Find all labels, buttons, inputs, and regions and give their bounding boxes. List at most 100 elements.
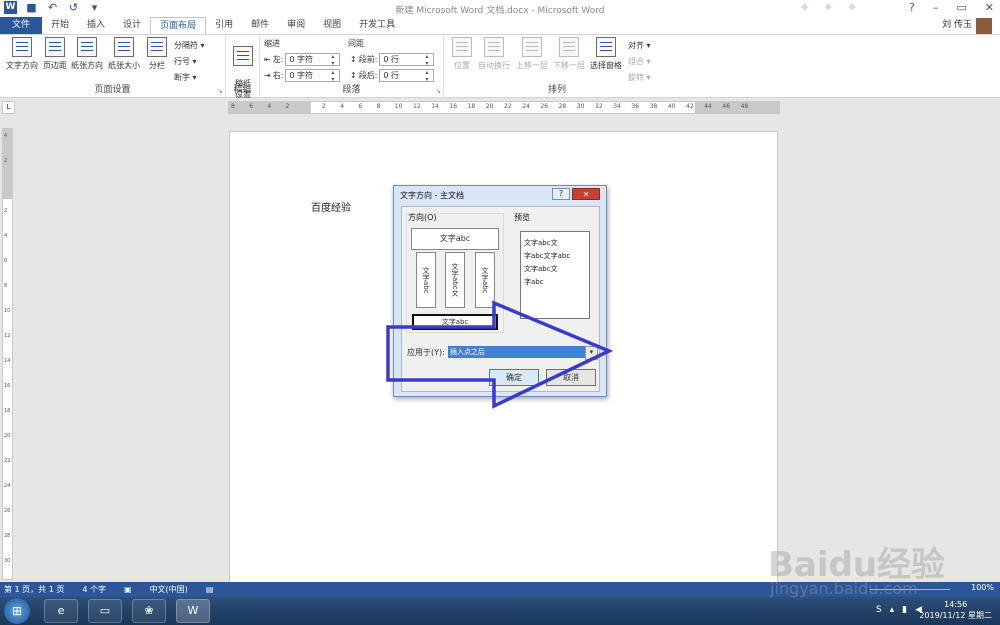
explorer-icon[interactable]: ▭ (88, 599, 122, 623)
word-taskbar-icon[interactable]: W (176, 599, 210, 623)
send-backward-button[interactable]: 下移一层 (551, 37, 587, 71)
ruler-tick: 20 (485, 103, 494, 110)
option-rotated-selected[interactable]: 文字abc (412, 314, 498, 330)
help-icon[interactable]: ? (909, 1, 915, 14)
line-numbers-label: 行号 ▾ (174, 57, 197, 66)
selection-pane-button[interactable]: 选择窗格 (588, 37, 624, 71)
spacing-title: 间距 (348, 39, 364, 48)
tab-page-layout[interactable]: 页面布局 (150, 17, 207, 34)
ie-icon[interactable]: e (44, 599, 78, 623)
zoom-slider[interactable] (870, 589, 950, 590)
restore-icon[interactable]: ▭ (956, 1, 966, 14)
wrap-text-button[interactable]: 自动换行 (476, 37, 512, 71)
group-arrange: 位置 自动换行 上移一层 下移一层 选择窗格 对齐 ▾ 组合 ▾ 旋转 ▾ 排列 (444, 35, 670, 97)
columns-label: 分栏 (149, 61, 165, 70)
spacing-after-field[interactable]: 0 行 (379, 69, 435, 83)
ruler-tick: 42 (686, 103, 694, 110)
line-numbers-button[interactable]: 行号 ▾ (174, 56, 197, 67)
page-count[interactable]: 第 1 页，共 1 页 (4, 584, 64, 595)
dialog-help-button[interactable]: ? (552, 188, 570, 200)
ruler-tick: 32 (595, 103, 603, 110)
macro-icon[interactable]: ▤ (206, 585, 214, 594)
spacing-after-icon: ↕ (350, 71, 357, 80)
page-setup-group-label: 页面设置 (94, 85, 131, 95)
spacing-after-row: ↕ 段后: 0 行 (350, 69, 435, 83)
word-count[interactable]: 4 个字 (82, 584, 106, 595)
tab-selector[interactable]: L (2, 101, 15, 114)
indent-left-icon: ⇤ (264, 55, 271, 64)
text-direction-button[interactable]: 文字方向 (4, 37, 40, 71)
tab-view[interactable]: 视图 (314, 17, 350, 34)
start-button[interactable]: ⊞ (4, 598, 30, 624)
vruler-tick: 12 (4, 333, 11, 339)
option-horizontal[interactable]: 文字abc (411, 228, 499, 250)
ruler-tick: 8 (376, 103, 381, 110)
user-account[interactable]: 刘 传玉 (942, 17, 992, 34)
page-setup-launcher-icon[interactable]: ↘ (217, 87, 223, 95)
tab-developer[interactable]: 开发工具 (350, 17, 404, 34)
ruler-tick: 4 (340, 103, 345, 110)
dialog-body: 方向(O) 预览 文字abc 文字abc 文字abc文 文字abc 文字abc … (401, 206, 600, 392)
user-name: 刘 传玉 (942, 20, 972, 30)
dialog-close-button[interactable]: ✕ (572, 188, 600, 200)
ribbon-tabs: 文件 开始 插入 设计 页面布局 引用 邮件 审阅 视图 开发工具 刘 传玉 (0, 17, 1000, 34)
tab-insert[interactable]: 插入 (78, 17, 114, 34)
ok-button[interactable]: 确定 (489, 369, 539, 386)
tab-home[interactable]: 开始 (42, 17, 78, 34)
tray-arrow-icon[interactable]: ▴ (890, 605, 895, 615)
minimize-icon[interactable]: – (933, 1, 939, 14)
ruler-tick: 6 (249, 103, 254, 110)
ruler-tick: 16 (449, 103, 458, 110)
indent-right-row: ⇥ 右: 0 字符 (264, 69, 341, 83)
preview-line: 文字abc文 (524, 239, 558, 247)
text-direction-dialog: 文字方向 - 主文档 ? ✕ 方向(O) 预览 文字abc 文字abc 文字ab… (393, 185, 607, 397)
horizontal-ruler[interactable]: 8 6 4 2 2 4 6 8 10 12 14 16 18 20 22 24 26 28 30 32 34 36 38 40… (228, 101, 780, 114)
spacing-before-row: ↕ 段前: 0 行 (350, 53, 435, 67)
breaks-button[interactable]: 分隔符 ▾ (174, 40, 205, 51)
indent-left-field[interactable]: 0 字符 (285, 53, 341, 67)
zoom-level[interactable]: 100% (971, 583, 994, 592)
spacing-before-field[interactable]: 0 行 (379, 53, 435, 67)
tab-references[interactable]: 引用 (206, 17, 242, 34)
ruler-tick: 4 (267, 103, 272, 110)
ruler-tick: 24 (522, 103, 530, 110)
orientation-button[interactable]: 纸张方向 (70, 37, 104, 71)
indent-right-field[interactable]: 0 字符 (285, 69, 341, 83)
option-vertical-2[interactable]: 文字abc文 (445, 252, 465, 308)
bring-forward-icon (522, 37, 542, 57)
wrap-text-icon (484, 37, 504, 57)
tab-design[interactable]: 设计 (114, 17, 150, 34)
wrap-text-label: 自动换行 (478, 61, 510, 70)
close-icon[interactable]: ✕ (985, 1, 994, 14)
document-text[interactable]: 百度经验 (311, 199, 351, 214)
clock[interactable]: 14:56 2019/11/12 星期二 (919, 599, 992, 621)
columns-button[interactable]: 分栏 (146, 37, 168, 71)
group-paragraph: 缩进 间距 ⇤ 左: 0 字符 ⇥ 右: 0 字符 ↕ 段前: 0 行 ↕ 段后… (260, 35, 444, 97)
preview-line: 字abc (524, 278, 544, 286)
columns-icon (147, 37, 167, 57)
position-button[interactable]: 位置 (450, 37, 474, 71)
cancel-button[interactable]: 取消 (546, 369, 596, 386)
size-button[interactable]: 纸张大小 (106, 37, 142, 71)
ruler-tick: 2 (285, 103, 290, 110)
network-icon[interactable]: ▮ (902, 605, 907, 615)
ruler-tick: 12 (413, 103, 421, 110)
ime-icon[interactable]: S (876, 605, 882, 615)
apply-to-select[interactable]: 插入点之后 (447, 346, 598, 360)
preview-box: 文字abc文 字abc文字abc 文字abc文 字abc (520, 231, 590, 319)
vertical-ruler[interactable]: 4 2 2 4 6 8 10 12 14 16 18 20 22 24 26 28 30 (2, 128, 13, 580)
tab-mailings[interactable]: 邮件 (242, 17, 278, 34)
baidu-icon[interactable]: ❀ (132, 599, 166, 623)
tab-review[interactable]: 审阅 (278, 17, 314, 34)
paragraph-launcher-icon[interactable]: ↘ (435, 87, 441, 95)
option-vertical-3[interactable]: 文字abc (475, 252, 495, 308)
margins-button[interactable]: 页边距 (42, 37, 68, 71)
align-button[interactable]: 对齐 ▾ (628, 40, 651, 51)
tab-file[interactable]: 文件 (0, 17, 43, 34)
bring-forward-button[interactable]: 上移一层 (514, 37, 550, 71)
orientation-label: 方向(O) (408, 213, 437, 222)
proofing-icon[interactable]: ▣ (124, 585, 132, 594)
option-vertical-1[interactable]: 文字abc (416, 252, 436, 308)
language[interactable]: 中文(中国) (150, 584, 188, 595)
group-button[interactable]: 组合 ▾ (628, 56, 651, 67)
